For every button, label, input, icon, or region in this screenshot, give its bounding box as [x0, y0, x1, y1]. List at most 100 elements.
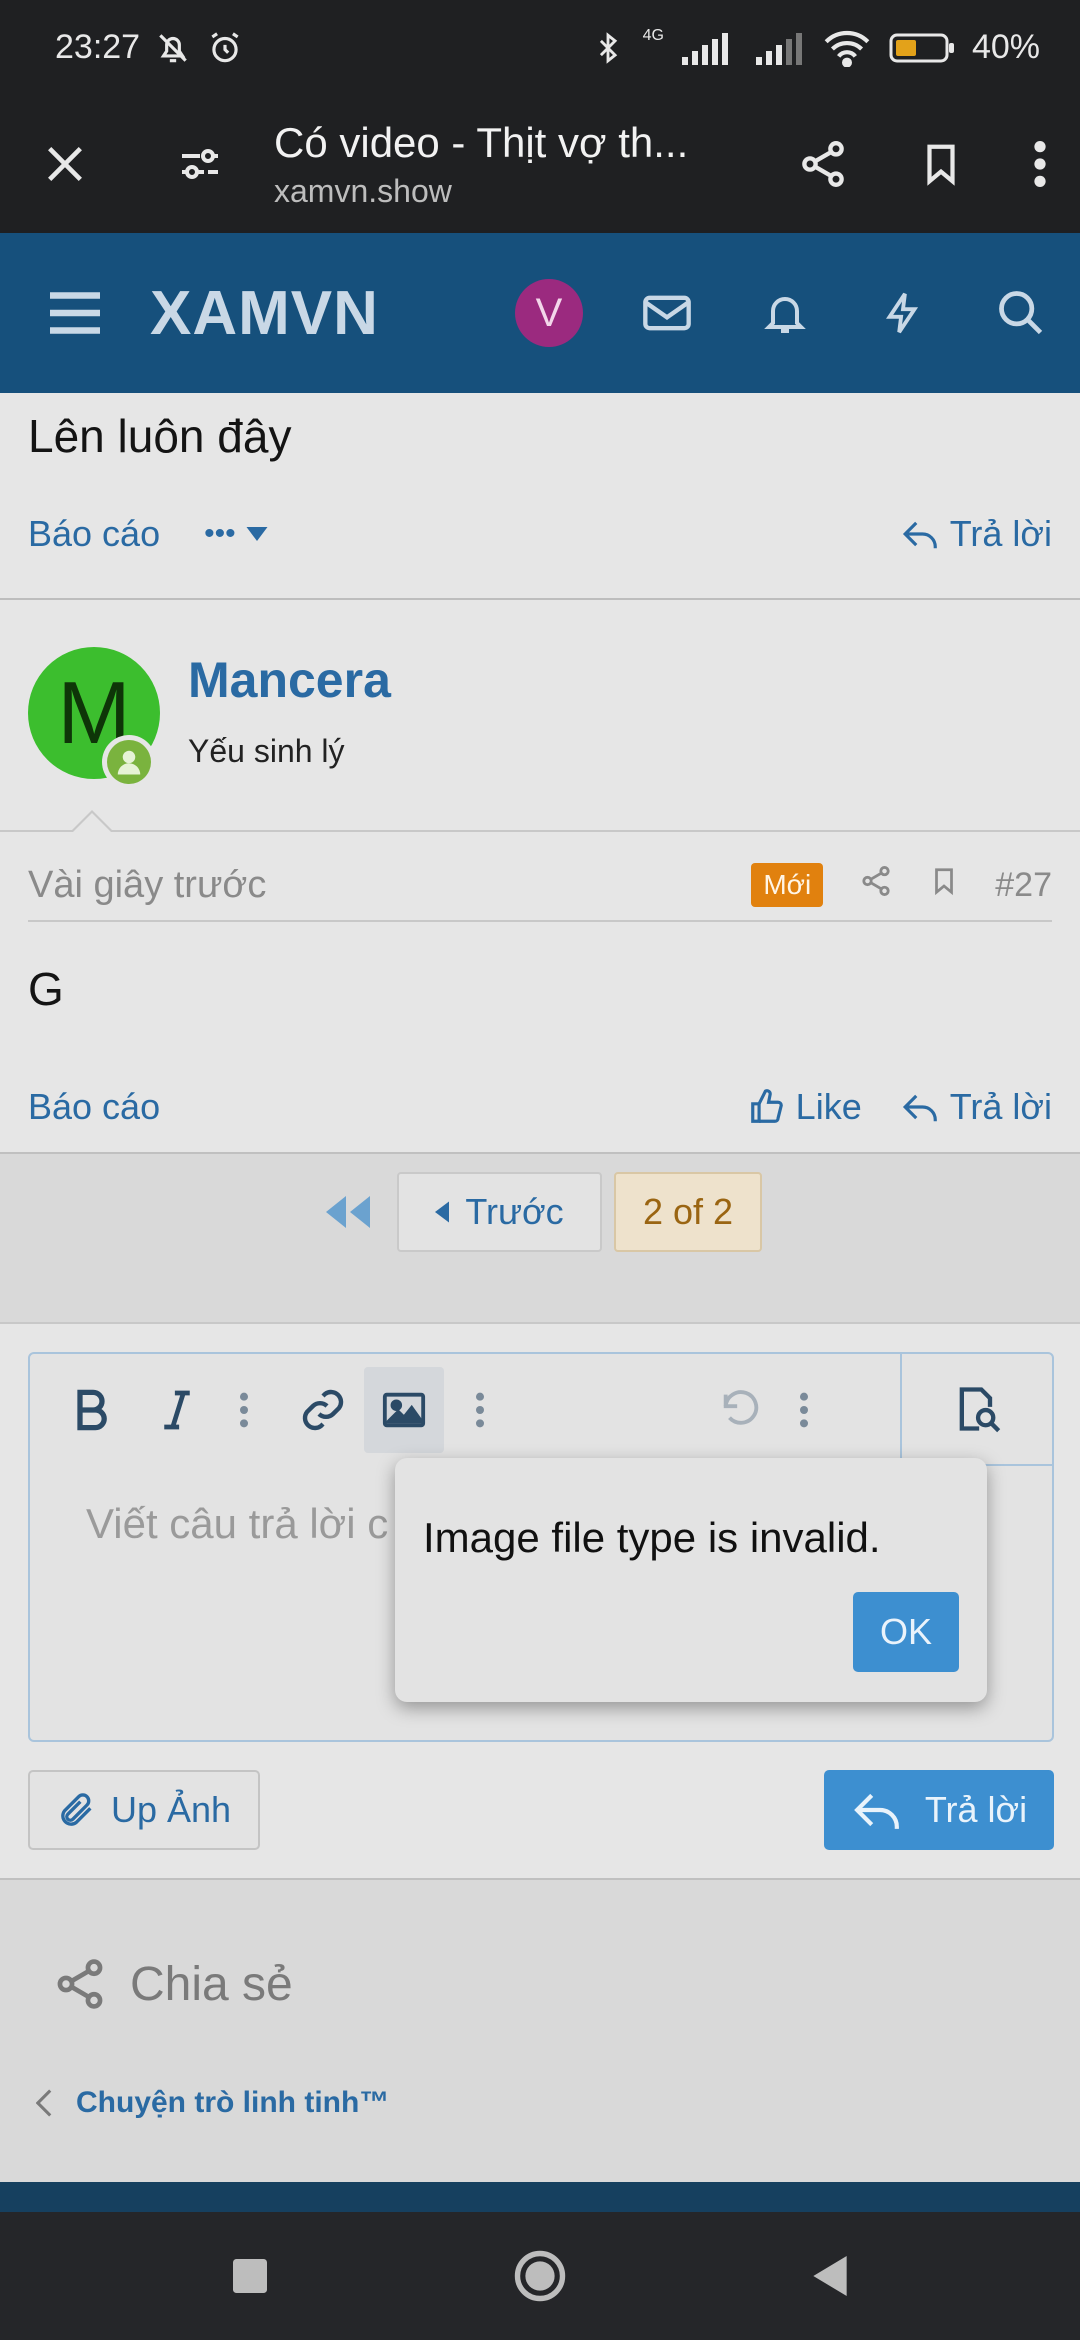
username[interactable]: Mancera: [188, 651, 391, 709]
previous-page-button[interactable]: Trước: [397, 1172, 602, 1252]
message-time[interactable]: Vài giây trước: [28, 864, 266, 907]
upload-label: Up Ảnh: [110, 1789, 232, 1830]
system-navigation-bar: [0, 2212, 1080, 2340]
report-link[interactable]: Báo cáo: [28, 513, 160, 555]
current-page-indicator[interactable]: 2 of 2: [614, 1172, 762, 1252]
breadcrumb-label: Chuyện trò linh tinh™: [76, 2086, 390, 2119]
message-meta: Vài giây trước Mới #27: [28, 860, 1052, 922]
close-icon: [48, 147, 82, 181]
share-post-button[interactable]: [859, 864, 893, 907]
menu-button[interactable]: [0, 233, 150, 393]
link-button[interactable]: [288, 1367, 358, 1453]
mute-icon: [154, 29, 192, 67]
browser-menu-button[interactable]: [1000, 95, 1080, 233]
online-indicator: [102, 735, 156, 789]
reply-link[interactable]: Trả lời: [902, 1086, 1052, 1128]
like-label: Like: [795, 1086, 862, 1127]
search-button[interactable]: [962, 233, 1080, 393]
reply-input[interactable]: Viết câu trả lời c: [86, 1500, 388, 1548]
reply-label: Trả lời: [949, 513, 1052, 554]
image-icon: [382, 1392, 426, 1428]
bookmark-button[interactable]: [882, 95, 1000, 233]
signal-icon: [680, 29, 738, 67]
whats-new-button[interactable]: [844, 233, 962, 393]
insert-options-button[interactable]: [460, 1367, 500, 1453]
ok-button[interactable]: OK: [853, 1592, 959, 1672]
paperclip-icon: [61, 1793, 92, 1826]
upload-image-button[interactable]: Up Ảnh: [28, 1770, 260, 1850]
user-arrow: [70, 810, 114, 833]
previous-post: Lên luôn đây Báo cáo ••• Trả lời: [0, 393, 1080, 598]
alarm-icon: [206, 29, 244, 67]
more-vertical-icon: [800, 1392, 808, 1428]
site-footer: [0, 2182, 1080, 2212]
share-button[interactable]: [764, 95, 882, 233]
bell-icon: [764, 297, 806, 333]
site-header: XAMVN V: [0, 233, 1080, 393]
network-type: 4G: [642, 26, 664, 44]
history-options-button[interactable]: [784, 1367, 824, 1453]
undo-button[interactable]: [708, 1367, 774, 1453]
reply-icon: [902, 521, 937, 549]
bolt-icon: [886, 292, 919, 334]
more-vertical-icon: [476, 1392, 484, 1428]
home-button[interactable]: [500, 2236, 580, 2316]
text-options-button[interactable]: [224, 1367, 264, 1453]
double-chevron-left-icon: [326, 1196, 370, 1228]
preview-button[interactable]: [900, 1354, 1052, 1466]
account-button[interactable]: V: [490, 233, 608, 393]
italic-icon: [164, 1390, 190, 1430]
more-vertical-icon: [240, 1392, 248, 1428]
like-button[interactable]: Like: [748, 1086, 862, 1128]
share-icon: [57, 1959, 103, 2009]
post-number[interactable]: #27: [995, 866, 1052, 905]
share-page-button[interactable]: Chia sẻ: [52, 1956, 293, 2012]
post-reply-button[interactable]: Trả lời: [824, 1770, 1054, 1850]
browser-toolbar: Có video - Thịt vợ th... xamvn.show: [0, 95, 1080, 233]
breadcrumb[interactable]: Chuyện trò linh tinh™: [36, 2086, 389, 2120]
bookmark-icon: [935, 867, 954, 895]
image-button[interactable]: [364, 1367, 444, 1453]
more-actions-button[interactable]: •••: [204, 517, 268, 551]
chevron-left-icon: [36, 2089, 52, 2117]
square-icon: [233, 2259, 267, 2293]
italic-button[interactable]: [146, 1367, 208, 1453]
site-logo[interactable]: XAMVN: [150, 278, 379, 349]
search-icon: [999, 291, 1043, 335]
site-settings-button[interactable]: [130, 95, 270, 233]
bold-button[interactable]: [60, 1367, 122, 1453]
bold-icon: [77, 1389, 107, 1431]
mail-icon: [643, 295, 691, 331]
bluetooth-icon: [589, 29, 627, 67]
close-tab-button[interactable]: [0, 95, 130, 233]
inbox-button[interactable]: [608, 233, 726, 393]
caret-left-icon: [435, 1201, 450, 1223]
report-link[interactable]: Báo cáo: [28, 1086, 160, 1128]
back-button[interactable]: [790, 2236, 870, 2316]
alerts-button[interactable]: [726, 233, 844, 393]
user-online-icon: [117, 750, 141, 775]
share-section: Chia sẻ Chuyện trò linh tinh™: [0, 1878, 1080, 2182]
first-page-button[interactable]: [318, 1172, 378, 1252]
editor-toolbar: [30, 1354, 1052, 1466]
new-badge: Mới: [751, 863, 824, 907]
reply-icon: [853, 1793, 899, 1829]
post-text: Lên luôn đây: [28, 410, 292, 462]
undo-icon: [723, 1390, 759, 1425]
divider: [0, 598, 1080, 600]
post-reply-label: Trả lời: [924, 1789, 1028, 1830]
error-dialog: Image file type is invalid. OK: [395, 1458, 987, 1702]
triangle-back-icon: [813, 2256, 847, 2296]
page-domain: xamvn.show: [274, 172, 452, 209]
reply-icon: [902, 1094, 937, 1122]
reply-link[interactable]: Trả lời: [902, 513, 1052, 555]
link-icon: [302, 1389, 344, 1431]
url-bar[interactable]: Có video - Thịt vợ th... xamvn.show: [270, 119, 764, 210]
bookmark-icon: [927, 144, 955, 186]
bookmark-post-button[interactable]: [929, 863, 959, 908]
recents-button[interactable]: [210, 2236, 290, 2316]
circle-icon: [514, 2250, 566, 2302]
battery-icon: [888, 29, 956, 67]
user-title: Yếu sinh lý: [188, 733, 345, 769]
thumbs-up-icon: [750, 1089, 783, 1123]
